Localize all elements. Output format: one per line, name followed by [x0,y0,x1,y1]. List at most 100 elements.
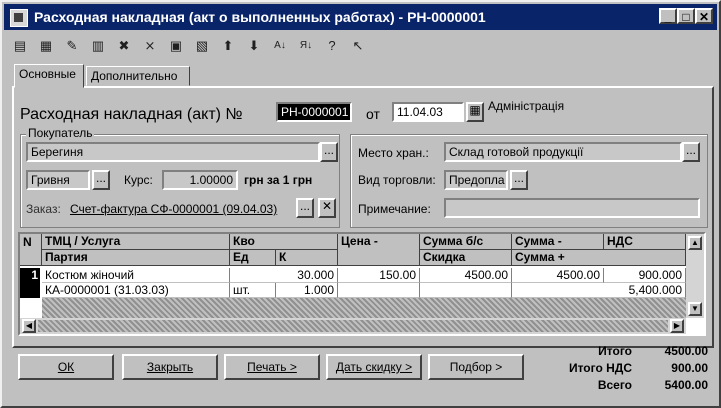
mark-delete-icon[interactable]: ⨯ [140,36,160,56]
items-table[interactable]: N ТМЦ / Услуга Партия Кво Ед К Цена - Су… [18,232,706,336]
select-icon[interactable]: ▧ [192,36,212,56]
cell-sum-plus[interactable]: 5,400.000 [512,283,686,298]
sort-asc-icon[interactable]: A↓ [270,36,290,56]
order-link[interactable]: Счет-фактура СФ-0000001 (09.04.03) [70,202,277,216]
tab-additional[interactable]: Дополнительно [86,66,190,86]
group-icon[interactable]: ▥ [88,36,108,56]
trade-type-label: Вид торговли: [358,173,436,187]
col-header-unit[interactable]: Ед [230,250,276,266]
move-up-icon[interactable]: ⬆ [218,36,238,56]
doc-title: Расходная накладная (акт) № [20,106,243,123]
cell-k[interactable]: 1.000 [276,283,338,298]
col-header-batch[interactable]: Партия [42,250,230,266]
horizontal-scrollbar[interactable]: ◀ ▶ [20,318,686,334]
col-header-sum[interactable]: Сумма - [512,234,604,250]
pick-button-label: Подбор > [449,360,503,374]
total-value: 4500.00 [664,344,708,358]
close-form-button-label: Закрыть [146,360,194,374]
col-header-discount[interactable]: Скидка [420,250,512,266]
discount-button[interactable]: Дать скидку > [326,354,422,380]
col-header-vat[interactable]: НДС [604,234,686,250]
date-label: от [366,106,380,122]
customer-select-button[interactable]: ... [320,142,338,162]
cell-vat[interactable]: 900.000 [604,268,686,283]
order-clear-icon[interactable]: ✕ [318,198,336,218]
col-header-n[interactable]: N [20,234,42,266]
scroll-track[interactable] [38,320,668,332]
ok-button-label: ОК [57,360,75,374]
warehouse-label: Место хран.: [358,146,429,160]
trade-type-field[interactable]: Предопла [444,170,508,190]
cell-price[interactable]: 150.00 [338,268,420,283]
print-button-label: Печать > [247,360,297,374]
app-icon [10,9,28,27]
grand-total-value: 5400.00 [664,378,708,392]
cell-discount[interactable] [420,283,512,298]
col-header-qty[interactable]: Кво [230,234,338,250]
scroll-up-icon[interactable]: ▲ [688,236,702,250]
date-field[interactable]: 11.04.03 [392,102,464,122]
cell-batch[interactable]: КА-0000001 (31.03.03) [42,283,230,298]
total-vat-value: 900.00 [671,361,708,375]
cell-unit[interactable]: шт. [230,283,276,298]
col-header-k[interactable]: К [276,250,338,266]
properties-icon[interactable]: ▣ [166,36,186,56]
cell-price-sub[interactable] [338,283,420,298]
window-title: Расходная накладная (акт о выполненных р… [34,9,486,25]
help-icon[interactable]: ? [322,36,342,56]
rate-field[interactable]: 1.00000 [162,170,238,190]
document-window: Расходная накладная (акт о выполненных р… [0,0,721,408]
row-indicator-sub[interactable] [20,283,40,298]
col-header-sum-plus[interactable]: Сумма + [512,250,686,266]
scroll-right-icon[interactable]: ▶ [670,319,684,333]
new-row-icon[interactable]: ▤ [10,36,30,56]
cell-qty[interactable]: 30.000 [230,268,338,283]
order-select-button[interactable]: ... [296,198,314,218]
warehouse-field[interactable]: Склад готовой продукції [444,142,682,162]
trade-type-select-button[interactable]: ... [510,170,528,190]
print-button[interactable]: Печать > [224,354,320,380]
sort-desc-icon[interactable]: Я↓ [296,36,316,56]
cell-sum-without[interactable]: 4500.00 [420,268,512,283]
rate-label: Курс: [124,173,153,187]
discount-button-label: Дать скидку > [335,360,413,374]
empty-grid-area [42,298,686,318]
scroll-left-icon[interactable]: ◀ [22,319,36,333]
col-header-item[interactable]: ТМЦ / Услуга [42,234,230,250]
copy-row-icon[interactable]: ▦ [36,36,56,56]
note-label: Примечание: [358,202,431,216]
edit-row-icon[interactable]: ✎ [62,36,82,56]
tab-main[interactable]: Основные [14,64,84,88]
currency-field[interactable]: Гривня [26,170,90,190]
cell-sum[interactable]: 4500.00 [512,268,604,283]
col-header-price[interactable]: Цена - [338,234,420,266]
total-label: Итого [598,344,632,358]
customer-group-label: Покупатель [26,126,95,140]
calendar-icon[interactable]: ▦ [466,102,484,122]
move-down-icon[interactable]: ⬇ [244,36,264,56]
vertical-scrollbar[interactable]: ▲ ▼ [686,234,704,318]
cell-item[interactable]: Костюм жіночий [42,268,230,283]
close-form-button[interactable]: Закрыть [122,354,218,380]
maximize-button[interactable]: □ [677,8,695,24]
organization-label: Адміністрація [488,99,565,113]
ok-button[interactable]: ОК [18,354,114,380]
warehouse-select-button[interactable]: ... [682,142,700,162]
rate-unit-label: грн за 1 грн [244,173,313,187]
note-field[interactable] [444,198,700,218]
close-button[interactable]: ✕ [695,8,713,24]
delete-icon[interactable]: ✖ [114,36,134,56]
total-vat-label: Итого НДС [568,361,632,375]
title-bar[interactable]: Расходная накладная (акт о выполненных р… [4,4,717,30]
pick-button[interactable]: Подбор > [428,354,524,380]
minimize-button[interactable]: _ [659,8,677,24]
row-indicator[interactable]: 1 [20,268,40,283]
customer-field[interactable]: Берегиня [26,142,320,162]
order-label: Заказ: [26,202,61,216]
col-header-sum-without[interactable]: Сумма б/с [420,234,512,250]
context-help-icon[interactable]: ↖ [348,36,368,56]
scroll-down-icon[interactable]: ▼ [688,302,702,316]
grand-total-label: Всего [597,378,632,392]
currency-select-button[interactable]: ... [92,170,110,190]
doc-number-field[interactable]: РН-0000001 [276,102,352,122]
